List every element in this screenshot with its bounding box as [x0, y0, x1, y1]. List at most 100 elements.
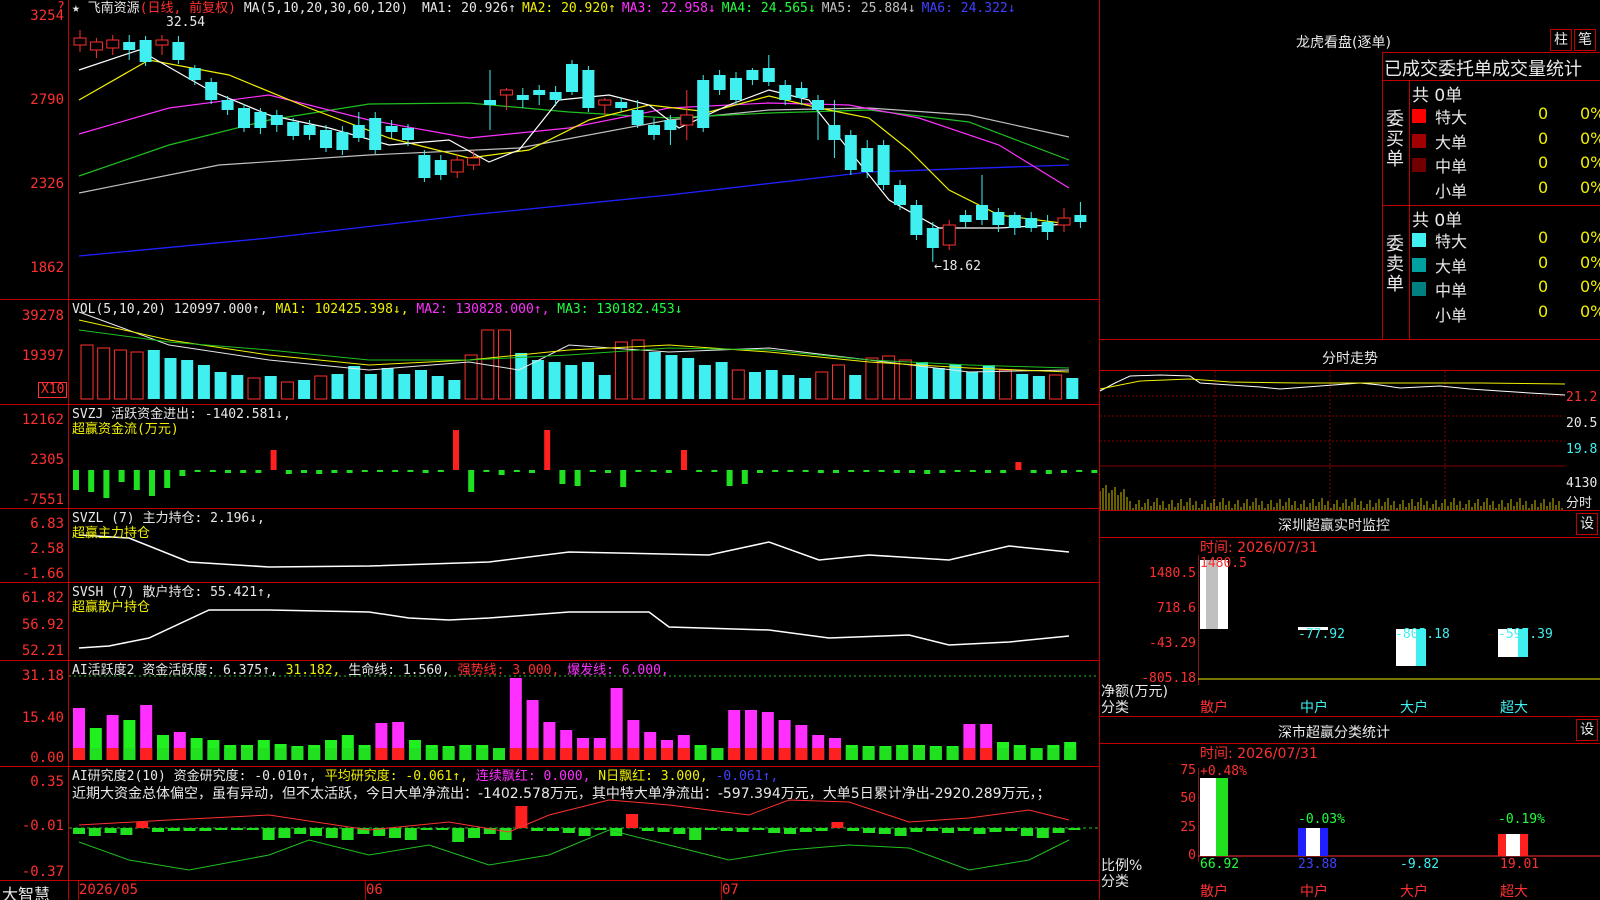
stats-tabs[interactable]: 已成交委托单成交量统计 [1384, 55, 1582, 81]
svzj-bar [924, 470, 931, 474]
stats-settings-button[interactable]: 设 [1576, 719, 1598, 741]
volume-bar [415, 370, 427, 399]
svzj-bar [726, 470, 733, 486]
volume-bar [147, 350, 160, 399]
svzj-bar [361, 470, 368, 472]
chart-area[interactable]: 3254 2790 2326 1862 39278 19397 X10 1216… [0, 0, 1100, 900]
svzl-y-label: 2.58 [30, 541, 64, 557]
candle-body [123, 42, 136, 50]
svzj-bar [787, 470, 794, 472]
candle-body [615, 102, 628, 108]
ai-active-base [997, 748, 1009, 760]
svzj-bar [757, 470, 763, 473]
candle-body [762, 68, 775, 82]
candle-body [713, 75, 726, 90]
ai-research-bars [73, 806, 1081, 842]
ai-research-bar [231, 828, 243, 830]
volume-bar [113, 349, 127, 400]
stats-title: 深市超赢分类统计 [1278, 725, 1390, 741]
sell-swatch [1412, 257, 1426, 272]
svzj-bar [605, 470, 611, 473]
candle-body [582, 70, 595, 108]
monitor-y-label: -43.29 [1149, 636, 1196, 651]
ai-research-commentary: 近期大资金总体偏空，虽有异动，但不太活跃，今日大单净流出：-1402.578万元… [72, 786, 1051, 802]
candle-body [828, 125, 841, 140]
volume-bar [548, 362, 561, 399]
volume-bar [916, 362, 928, 399]
ai-active-base [795, 748, 808, 760]
svzj-y-label: 2305 [30, 452, 64, 468]
ai-research-bar [420, 828, 433, 830]
buy-swatch [1412, 109, 1426, 123]
volume-bar [164, 358, 177, 399]
svzj-bar [650, 470, 657, 472]
ai-active-base [459, 748, 472, 760]
ai-active-base [896, 748, 909, 760]
sell-count: 0 [1538, 277, 1549, 296]
volume-bar [448, 380, 461, 399]
ai-research-bar [562, 828, 575, 833]
svzj-bar [529, 470, 535, 473]
monitor-settings-button[interactable]: 设 [1576, 513, 1598, 535]
svsh-y-label: 52.21 [21, 643, 64, 659]
svzj-bar [255, 470, 262, 473]
ai-research-bar [705, 828, 717, 830]
column-view-button[interactable]: 柱 [1550, 29, 1572, 51]
volume-bar [799, 378, 812, 399]
price-y-label: 2790 [30, 92, 64, 108]
ai-research-bar [120, 828, 133, 835]
buy-row: 大单 0 0% [1410, 129, 1600, 153]
high-marker: 32.54 [166, 15, 205, 30]
svzj-title: SVZJ 活跃资金进出: -1402.581↓, [72, 407, 291, 422]
candle-body [450, 159, 464, 173]
ai-active-base [711, 748, 724, 760]
ai-research-last: -0.061↑, [715, 769, 779, 784]
monitor-chart [1198, 555, 1600, 685]
monitor-y-label: 1480.5 [1149, 566, 1196, 581]
ai-active-base [73, 748, 85, 760]
tick-view-button[interactable]: 笔 [1574, 29, 1596, 51]
candle-body [188, 68, 201, 80]
stock-adjust: (日线, 前复权) [139, 1, 236, 16]
candle-body [484, 100, 496, 105]
ai-research-bar [152, 828, 164, 832]
svzj-bar [179, 470, 186, 476]
candle-body [795, 88, 808, 98]
intraday-avg-line [1100, 378, 1565, 390]
svzj-bar [772, 470, 779, 472]
candle-body [139, 40, 152, 62]
intraday-title: 分时走势 [1322, 351, 1378, 367]
longhu-title: 龙虎看盘(逐单) [1296, 35, 1391, 51]
intraday-unit: 分时 [1566, 496, 1593, 511]
candle-body [697, 80, 710, 128]
candle-body [516, 95, 529, 100]
candle-group [73, 30, 1087, 262]
svzj-bar [1045, 470, 1052, 474]
ai-active-title: AI活跃度2 资金活跃度: 6.375↑, 31.182, 生命线: 1.560… [72, 663, 669, 679]
buy-percent: 0% [1580, 177, 1600, 197]
ai-research-bar [594, 828, 607, 830]
svzj-bar [878, 470, 885, 472]
ai-active-base [123, 748, 136, 760]
svzj-bar [149, 470, 155, 496]
ai-research-bar [389, 828, 401, 838]
candle-body [205, 82, 218, 100]
ai-active-base [745, 748, 757, 760]
ai-research-bar [73, 828, 85, 834]
monitor-time: 时间: 2026/07/31 [1200, 540, 1318, 556]
stats-top-value: +0.48% [1200, 764, 1247, 779]
volume-bar [231, 375, 244, 399]
svzj-bar [969, 470, 976, 472]
volume-bar [665, 355, 678, 399]
candle-body [467, 157, 481, 166]
volume-bar [80, 344, 94, 400]
candle-body [336, 132, 349, 150]
svzj-bar [118, 470, 125, 482]
sell-category: 中单 [1435, 281, 1468, 300]
sell-percent: 0% [1580, 252, 1600, 272]
ai-research-nday: N日飘红: 3.000, [598, 769, 708, 784]
volume-bar [982, 365, 995, 399]
ai-research-bar [799, 828, 812, 832]
candle-body [402, 128, 414, 140]
volume-bar [1032, 376, 1045, 399]
